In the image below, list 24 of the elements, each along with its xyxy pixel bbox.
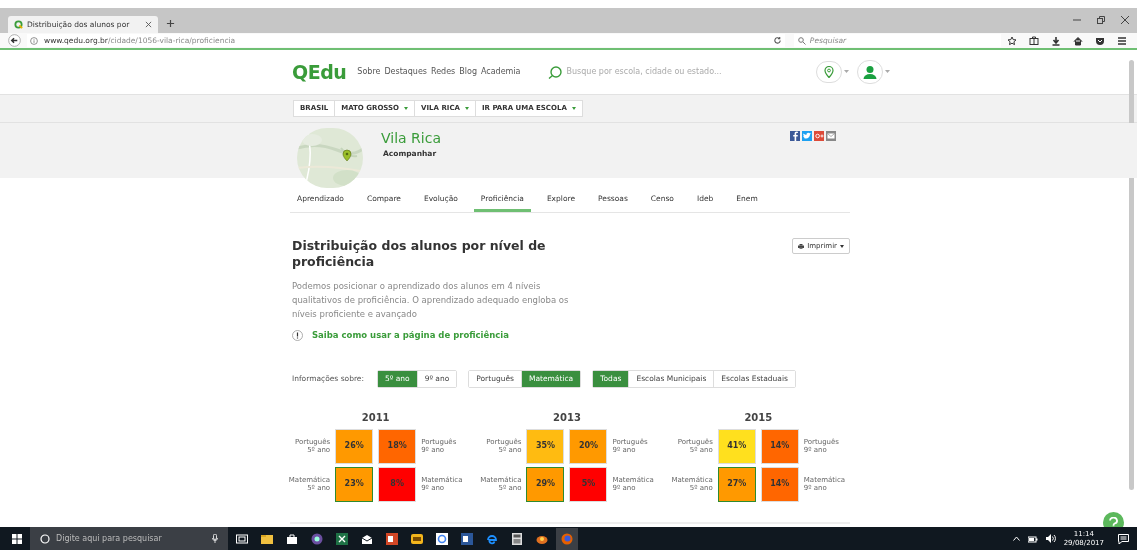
description: Podemos posicionar o aprendizado dos alunos em 4 níveis qualitativos de proficiência. O aprendizado adequado engloba os níveis proficiente e avançado: [292, 280, 570, 321]
nav-link[interactable]: Blog: [459, 66, 477, 78]
year-label: 2013: [553, 410, 581, 425]
proficiency-cell[interactable]: 20%: [569, 428, 608, 464]
section-title: Distribuição dos alunos por nível de proficiência: [292, 238, 547, 270]
city-name: Vila Rica: [381, 129, 441, 148]
nav-link[interactable]: Redes: [431, 66, 456, 78]
proficiency-cell[interactable]: 35%: [526, 428, 565, 464]
proficiency-cell[interactable]: 29%: [526, 466, 565, 502]
year-label: 2015: [744, 410, 773, 425]
proficiency-cell[interactable]: 14%: [760, 428, 799, 464]
proficiency-cell[interactable]: 27%: [717, 466, 756, 502]
nav-link[interactable]: Academia: [480, 66, 521, 78]
nav-link[interactable]: Destaques: [384, 66, 427, 78]
proficiency-cell[interactable]: 23%: [335, 466, 374, 502]
proficiency-cell[interactable]: 41%: [717, 428, 756, 464]
nav-link[interactable]: Sobre: [357, 66, 381, 78]
proficiency-cell[interactable]: 14%: [760, 466, 799, 502]
logo[interactable]: QEdu: [292, 57, 347, 87]
help-link[interactable]: Saiba como usar a página de proficiência: [312, 329, 510, 342]
proficiency-cell[interactable]: 18%: [378, 428, 417, 464]
taskbar-search-field[interactable]: Digite aqui para pesquisar: [30, 527, 228, 550]
proficiency-cell[interactable]: 26%: [335, 428, 374, 464]
year-label: 2011: [361, 410, 390, 425]
